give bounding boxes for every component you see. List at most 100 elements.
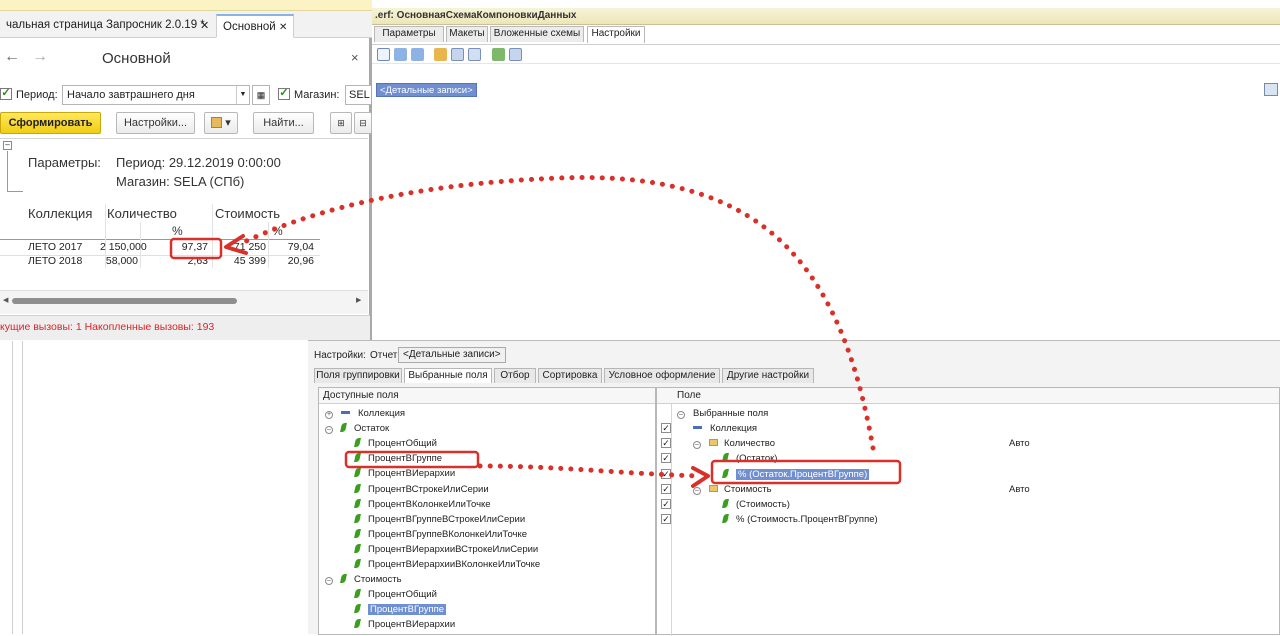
collapse-all-icon[interactable]: ⊟ bbox=[354, 112, 372, 134]
tab-filter[interactable]: Отбор bbox=[494, 368, 536, 383]
field-checkbox[interactable]: ✓ bbox=[661, 438, 671, 449]
tab-conditional-format[interactable]: Условное оформление bbox=[604, 368, 720, 383]
collapse-icon[interactable]: – bbox=[325, 426, 333, 435]
tree-row-label: ПроцентВГруппеВКолонкеИлиТочке bbox=[368, 528, 528, 540]
selected-row[interactable]: % (Стоимость.ПроцентВГруппе) bbox=[722, 512, 878, 527]
collapse-icon[interactable]: – bbox=[677, 411, 685, 419]
field-checkbox[interactable]: ✓ bbox=[661, 483, 671, 494]
scroll-right-icon[interactable]: ▶ bbox=[356, 296, 361, 304]
resource-icon bbox=[354, 453, 361, 463]
edit-icon[interactable] bbox=[377, 48, 390, 61]
tab-other-settings[interactable]: Другие настройки bbox=[722, 368, 814, 383]
period-field[interactable]: Начало завтрашнего дня bbox=[62, 85, 250, 105]
tab-layouts[interactable]: Макеты bbox=[446, 26, 488, 42]
selected-row[interactable]: (Остаток) bbox=[722, 451, 777, 466]
params-store: Магазин: SELA (СПб) bbox=[116, 174, 245, 189]
period-checkbox[interactable]: ✓ bbox=[0, 88, 12, 100]
store-checkbox[interactable]: ✓ bbox=[278, 88, 290, 100]
collapse-icon[interactable]: – bbox=[693, 486, 701, 495]
arrow-up-icon[interactable] bbox=[394, 48, 407, 61]
dropdown-icon[interactable]: ▼ bbox=[236, 86, 249, 104]
tab-selected-fields[interactable]: Выбранные поля bbox=[404, 368, 492, 383]
tree-row[interactable]: ПроцентВГруппе bbox=[354, 602, 447, 617]
tree-row[interactable]: ПроцентВСтрокеИлиСерии bbox=[354, 482, 489, 497]
group-icon[interactable] bbox=[434, 48, 447, 61]
chart-icon[interactable] bbox=[468, 48, 481, 61]
back-arrow-icon[interactable]: ← bbox=[4, 48, 20, 66]
tree-row[interactable]: ПроцентОбщий bbox=[354, 436, 437, 451]
resource-icon bbox=[354, 438, 361, 448]
store-field[interactable]: SEL bbox=[345, 85, 371, 105]
field-checkbox[interactable]: ✓ bbox=[661, 468, 671, 479]
tab-settings[interactable]: Настройки bbox=[587, 26, 645, 43]
arrow-down-icon[interactable] bbox=[411, 48, 424, 61]
expand-icon[interactable]: ⊞ bbox=[330, 112, 352, 134]
tree-row[interactable]: ПроцентВИерархииВКолонкеИлиТочке bbox=[354, 557, 540, 572]
scrollbar-thumb[interactable] bbox=[12, 298, 237, 304]
tree-row[interactable]: ПроцентВГруппе bbox=[354, 451, 442, 466]
table-cell: 97,37 bbox=[181, 241, 208, 253]
resource-icon bbox=[340, 423, 347, 433]
status-bar: кущие вызовы: 1 Накопленные вызовы: 193 bbox=[0, 315, 370, 340]
tree-row-label: ПроцентВКолонкеИлиТочке bbox=[368, 498, 491, 510]
designer-toolbar bbox=[371, 44, 1280, 64]
collapse-icon[interactable]: – bbox=[325, 577, 333, 586]
scroll-left-icon[interactable]: ◀ bbox=[3, 296, 8, 304]
tree-row[interactable]: ПроцентОбщий bbox=[354, 587, 437, 602]
selected-row-label: (Стоимость) bbox=[736, 499, 790, 510]
tree-row[interactable]: ПроцентВИерархии bbox=[354, 617, 456, 632]
selected-row[interactable]: – Количество bbox=[693, 436, 775, 451]
field-checkbox[interactable]: ✓ bbox=[661, 453, 671, 464]
tree-row[interactable]: + Коллекция bbox=[325, 406, 405, 421]
tree-row[interactable]: ПроцентВГруппеВКолонкеИлиТочке bbox=[354, 527, 528, 542]
expand-icon[interactable]: + bbox=[325, 411, 333, 419]
collapse-icon[interactable]: – bbox=[3, 141, 12, 150]
tab-parameters[interactable]: Параметры bbox=[374, 26, 444, 42]
selected-row[interactable]: Коллекция bbox=[693, 421, 757, 436]
generate-button[interactable]: Сформировать bbox=[0, 112, 101, 134]
tab-query-console[interactable]: Запросник 2.0.19 * bbox=[100, 14, 211, 38]
settings-panel: Настройки: Отчет <Детальные записи> Поля… bbox=[308, 340, 1280, 636]
close-tab-icon[interactable]: ✕ bbox=[200, 19, 209, 32]
table-icon[interactable] bbox=[451, 48, 464, 61]
collapse-icon[interactable]: – bbox=[693, 441, 701, 450]
resource-icon bbox=[722, 499, 729, 508]
folder-icon bbox=[709, 484, 718, 492]
tab-nested-schemas[interactable]: Вложенные схемы bbox=[490, 26, 584, 42]
tree-row[interactable]: ПроцентВКолонкеИлиТочке bbox=[354, 497, 491, 512]
properties-icon[interactable] bbox=[509, 48, 522, 61]
tree-row[interactable]: ПроцентВИерархииВСтрокеИлиСерии bbox=[354, 542, 538, 557]
close-window-icon[interactable]: × bbox=[351, 50, 359, 65]
detail-records-node[interactable]: <Детальные записи> bbox=[376, 83, 477, 97]
tree-row[interactable]: – Стоимость bbox=[325, 572, 402, 587]
tree-row[interactable]: – Остаток bbox=[325, 421, 389, 436]
calendar-icon[interactable]: ▦ bbox=[252, 85, 270, 105]
field-checkbox[interactable]: ✓ bbox=[661, 499, 671, 509]
resource-icon bbox=[354, 528, 361, 538]
selected-row[interactable]: % (Остаток.ПроцентВГруппе) bbox=[722, 467, 870, 482]
close-tab-icon[interactable]: ✕ bbox=[279, 22, 287, 33]
tab-main[interactable]: Основной ✕ bbox=[216, 14, 295, 38]
find-button[interactable]: Найти... bbox=[253, 112, 314, 134]
add-group-icon[interactable] bbox=[492, 48, 505, 61]
field-checkbox[interactable]: ✓ bbox=[661, 514, 671, 525]
tree-row-label: ПроцентВИерархии bbox=[368, 619, 456, 631]
tree-row-label: ПроцентВСтрокеИлиСерии bbox=[368, 483, 489, 495]
settings-button[interactable]: Настройки... bbox=[116, 112, 195, 134]
report-value[interactable]: <Детальные записи> bbox=[398, 347, 506, 363]
selected-row[interactable]: (Стоимость) bbox=[722, 497, 790, 512]
resource-icon bbox=[354, 513, 361, 523]
field-checkbox[interactable]: ✓ bbox=[661, 423, 671, 433]
tree-row[interactable]: ПроцентВГруппеВСтрокеИлиСерии bbox=[354, 512, 525, 527]
store-label: Магазин: bbox=[294, 89, 340, 101]
report-window: чальная страница Запросник 2.0.19 * ✕ Ос… bbox=[0, 0, 372, 340]
tab-start-page[interactable]: чальная страница bbox=[0, 14, 109, 38]
structure-icon[interactable] bbox=[1264, 83, 1278, 96]
tab-grouping-fields[interactable]: Поля группировки bbox=[314, 368, 402, 383]
tab-sorting[interactable]: Сортировка bbox=[538, 368, 602, 383]
forward-arrow-icon[interactable]: → bbox=[32, 48, 48, 66]
horizontal-scrollbar[interactable]: ◀ ▶ bbox=[0, 290, 368, 314]
selected-row[interactable]: – Стоимость bbox=[693, 482, 772, 497]
tree-row[interactable]: ПроцентВИерархии bbox=[354, 466, 455, 481]
variant-button[interactable]: ▾ bbox=[204, 112, 238, 134]
